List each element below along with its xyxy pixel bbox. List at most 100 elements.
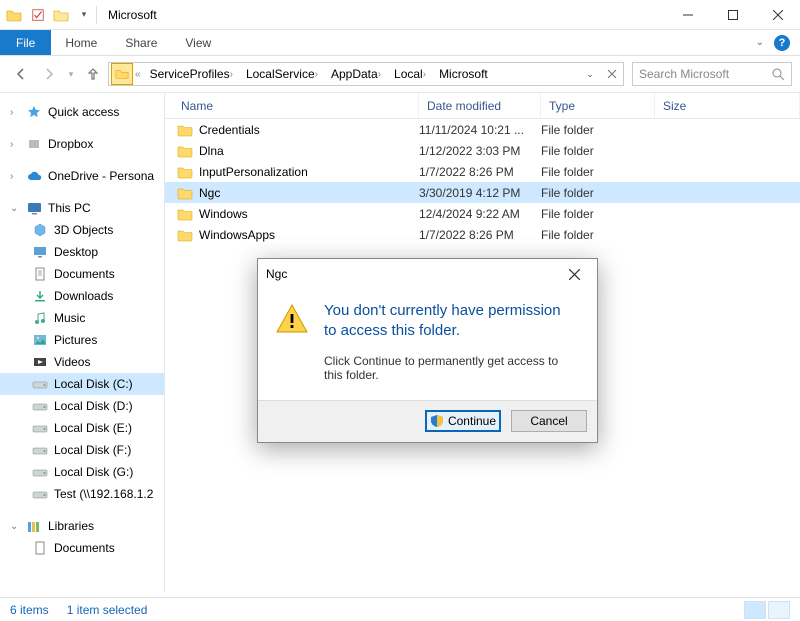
chevron-right-icon: › — [378, 69, 384, 80]
nav-thispc-item[interactable]: Music — [0, 307, 164, 329]
forward-button[interactable] — [36, 61, 62, 87]
help-button[interactable]: ? — [774, 35, 790, 51]
address-history-chevron[interactable]: ⌄ — [579, 63, 601, 85]
nav-label: 3D Objects — [54, 223, 113, 237]
nav-thispc-item[interactable]: Test (\\192.168.1.2 — [0, 483, 164, 505]
column-headers: Name Date modified Type Size — [165, 93, 800, 119]
column-label: Name — [181, 99, 213, 113]
nav-thispc-item[interactable]: Downloads — [0, 285, 164, 307]
breadcrumb-item[interactable]: AppData › — [325, 63, 388, 85]
table-row[interactable]: Credentials11/11/2024 10:21 ...File fold… — [165, 119, 800, 140]
collapse-chevron-icon[interactable]: ⌄ — [10, 203, 20, 214]
breadcrumb-label: Local — [394, 67, 423, 81]
nav-label: Libraries — [48, 519, 94, 533]
up-button[interactable] — [80, 61, 106, 87]
nav-thispc-item[interactable]: Videos — [0, 351, 164, 373]
nav-quick-access[interactable]: › Quick access — [0, 101, 164, 123]
recent-locations-chevron[interactable]: ▾ — [64, 61, 78, 87]
column-date[interactable]: Date modified — [419, 93, 541, 118]
breadcrumb-item[interactable]: ServiceProfiles › — [144, 63, 240, 85]
tab-share[interactable]: Share — [111, 30, 171, 55]
breadcrumb-overflow[interactable]: « — [135, 69, 144, 80]
cell-type: File folder — [541, 123, 655, 137]
back-button[interactable] — [8, 61, 34, 87]
nav-thispc-item[interactable]: Local Disk (E:) — [0, 417, 164, 439]
table-row[interactable]: InputPersonalization 1/7/2022 8:26 PMFile… — [165, 161, 800, 182]
qat-customize-chevron[interactable]: ▾ — [73, 4, 95, 26]
search-icon — [772, 68, 785, 81]
app-icon — [6, 7, 22, 23]
nav-thispc-item[interactable]: Desktop — [0, 241, 164, 263]
table-row[interactable]: WindowsApps1/7/2022 8:26 PMFile folder — [165, 224, 800, 245]
nav-thispc-item[interactable]: Local Disk (C:) — [0, 373, 164, 395]
tab-home[interactable]: Home — [51, 30, 111, 55]
nav-item-icon — [32, 398, 48, 414]
thumbnails-view-button[interactable] — [768, 601, 790, 619]
cell-type: File folder — [541, 165, 655, 179]
nav-item-icon — [32, 464, 48, 480]
expand-chevron-icon[interactable]: › — [10, 139, 20, 150]
refresh-button[interactable] — [601, 63, 623, 85]
nav-item-icon — [32, 332, 48, 348]
nav-thispc-item[interactable]: Local Disk (F:) — [0, 439, 164, 461]
close-button[interactable] — [755, 1, 800, 29]
nav-libraries[interactable]: ⌄ Libraries — [0, 515, 164, 537]
nav-item-icon — [32, 376, 48, 392]
nav-item-icon — [32, 222, 48, 238]
breadcrumb-item[interactable]: LocalService › — [240, 63, 325, 85]
dialog-titlebar: Ngc — [258, 259, 597, 289]
file-name: InputPersonalization — [199, 165, 308, 179]
nav-label: Local Disk (C:) — [54, 377, 133, 391]
tab-view[interactable]: View — [171, 30, 225, 55]
nav-libraries-item[interactable]: Documents — [0, 537, 164, 559]
chevron-right-icon: › — [315, 69, 321, 80]
continue-button[interactable]: Continue — [425, 410, 501, 432]
cell-type: File folder — [541, 186, 655, 200]
nav-thispc-item[interactable]: 3D Objects — [0, 219, 164, 241]
collapse-chevron-icon[interactable]: ⌄ — [10, 521, 20, 532]
pc-icon — [26, 200, 42, 216]
nav-item-icon — [32, 288, 48, 304]
breadcrumb-item[interactable]: Microsoft — [433, 63, 492, 85]
table-row[interactable]: Windows12/4/2024 9:22 AMFile folder — [165, 203, 800, 224]
column-size[interactable]: Size — [655, 93, 800, 118]
ribbon-collapse-chevron[interactable]: ⌄ — [756, 37, 764, 48]
file-name: Dlna — [199, 144, 224, 158]
cell-date: 1/7/2022 8:26 PM — [419, 228, 541, 242]
column-name[interactable]: Name — [165, 93, 419, 118]
table-row[interactable]: Ngc3/30/2019 4:12 PMFile folder — [165, 182, 800, 203]
column-label: Type — [549, 99, 575, 113]
nav-this-pc[interactable]: ⌄ This PC — [0, 197, 164, 219]
breadcrumb-label: ServiceProfiles — [150, 67, 230, 81]
tab-file[interactable]: File — [0, 30, 51, 55]
minimize-button[interactable] — [665, 1, 710, 29]
qat-properties-icon[interactable] — [27, 4, 49, 26]
nav-thispc-item[interactable]: Pictures — [0, 329, 164, 351]
qat-newfolder-icon[interactable] — [50, 4, 72, 26]
nav-onedrive[interactable]: › OneDrive - Persona — [0, 165, 164, 187]
dialog-title: Ngc — [266, 267, 287, 281]
nav-label: Dropbox — [48, 137, 93, 151]
expand-chevron-icon[interactable]: › — [10, 171, 20, 182]
breadcrumb-item[interactable]: Local › — [388, 63, 433, 85]
details-view-button[interactable] — [744, 601, 766, 619]
cancel-button[interactable]: Cancel — [511, 410, 587, 432]
address-bar[interactable]: « ServiceProfiles › LocalService › AppDa… — [108, 62, 624, 86]
nav-label: Pictures — [54, 333, 97, 347]
nav-thispc-item[interactable]: Documents — [0, 263, 164, 285]
nav-thispc-item[interactable]: Local Disk (G:) — [0, 461, 164, 483]
table-row[interactable]: Dlna1/12/2022 3:03 PMFile folder — [165, 140, 800, 161]
nav-thispc-item[interactable]: Local Disk (D:) — [0, 395, 164, 417]
column-type[interactable]: Type — [541, 93, 655, 118]
nav-dropbox[interactable]: › Dropbox — [0, 133, 164, 155]
search-placeholder: Search Microsoft — [639, 67, 729, 81]
cell-date: 1/7/2022 8:26 PM — [419, 165, 541, 179]
uac-shield-icon — [430, 414, 444, 428]
dialog-close-button[interactable] — [559, 262, 589, 286]
address-bar-row: ▾ « ServiceProfiles › LocalService › App… — [0, 56, 800, 92]
navigation-pane[interactable]: › Quick access › Dropbox › OneDrive - Pe… — [0, 93, 165, 592]
search-input[interactable]: Search Microsoft — [632, 62, 792, 86]
maximize-button[interactable] — [710, 1, 755, 29]
expand-chevron-icon[interactable]: › — [10, 107, 20, 118]
window-title: Microsoft — [108, 8, 157, 22]
